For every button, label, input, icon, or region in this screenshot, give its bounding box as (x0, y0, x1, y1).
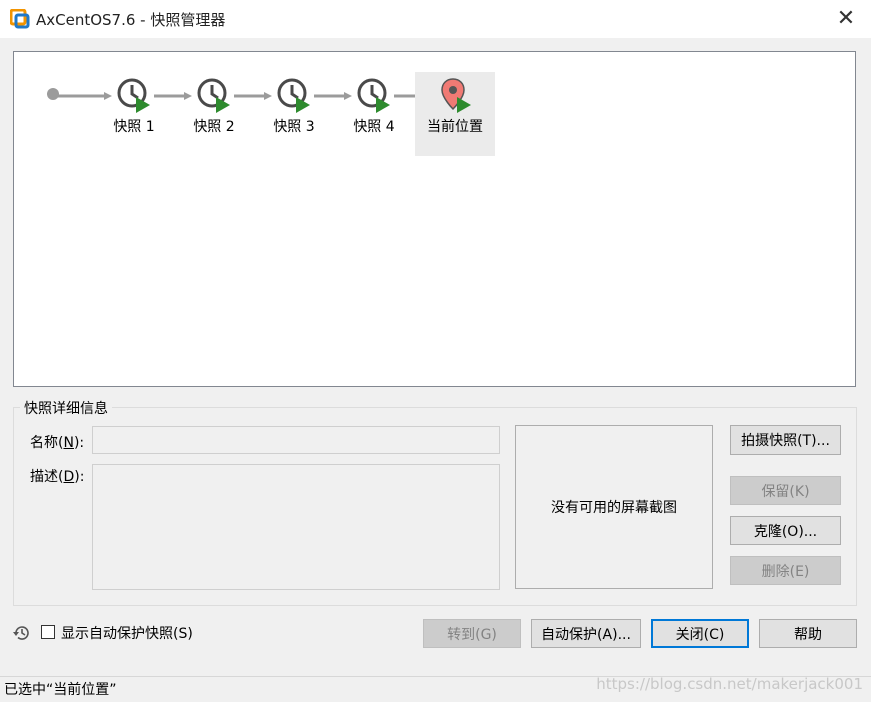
name-field[interactable] (92, 426, 500, 454)
snapshot-clock-icon (197, 78, 230, 113)
close-button[interactable]: 关闭(C) (651, 619, 749, 648)
watermark-text: https://blog.csdn.net/makerjack001 (596, 675, 863, 693)
snapshot-node-1[interactable]: 快照 1 (94, 72, 174, 156)
current-location-node[interactable]: 当前位置 (415, 72, 495, 156)
current-location-pin-icon (441, 78, 471, 113)
snapshot-clock-icon (277, 78, 310, 113)
snapshot-label: 快照 4 (353, 119, 395, 135)
snapshot-clock-icon (117, 78, 150, 113)
description-label: 描述(D): (30, 469, 85, 485)
title-bar: AxCentOS7.6 - 快照管理器 ✕ (0, 0, 871, 38)
window-title: AxCentOS7.6 - 快照管理器 (36, 11, 226, 29)
snapshot-label: 快照 2 (193, 119, 235, 135)
snapshot-label: 快照 1 (113, 119, 155, 135)
status-text: 已选中“当前位置” (4, 682, 117, 698)
delete-button[interactable]: 删除(E) (730, 556, 841, 585)
close-icon[interactable]: ✕ (833, 6, 859, 32)
snapshot-node-3[interactable]: 快照 3 (254, 72, 334, 156)
autoprotect-button[interactable]: 自动保护(A)... (531, 619, 641, 648)
keep-button[interactable]: 保留(K) (730, 476, 841, 505)
show-autoprotect-checkbox[interactable] (41, 625, 55, 639)
name-label: 名称(N): (30, 435, 85, 451)
snapshot-label: 当前位置 (427, 119, 483, 135)
description-field[interactable] (92, 464, 500, 590)
snapshot-node-4[interactable]: 快照 4 (334, 72, 414, 156)
show-autoprotect-label[interactable]: 显示自动保护快照(S) (61, 623, 193, 643)
snapshot-node-2[interactable]: 快照 2 (174, 72, 254, 156)
snapshot-clock-icon (357, 78, 390, 113)
take-snapshot-button[interactable]: 拍摄快照(T)... (730, 425, 841, 455)
details-group-title: 快照详细信息 (20, 398, 112, 418)
snapshot-label: 快照 3 (273, 119, 315, 135)
snapshot-tree[interactable]: 快照 1 快照 2 快照 3 快照 4 当前位置 (13, 51, 856, 387)
vmware-app-icon (10, 9, 30, 29)
goto-button[interactable]: 转到(G) (423, 619, 521, 648)
no-screenshot-text: 没有可用的屏幕截图 (551, 500, 677, 516)
help-button[interactable]: 帮助 (759, 619, 857, 648)
clone-button[interactable]: 克隆(O)... (730, 516, 841, 545)
history-icon (13, 626, 29, 640)
screenshot-preview: 没有可用的屏幕截图 (515, 425, 713, 589)
